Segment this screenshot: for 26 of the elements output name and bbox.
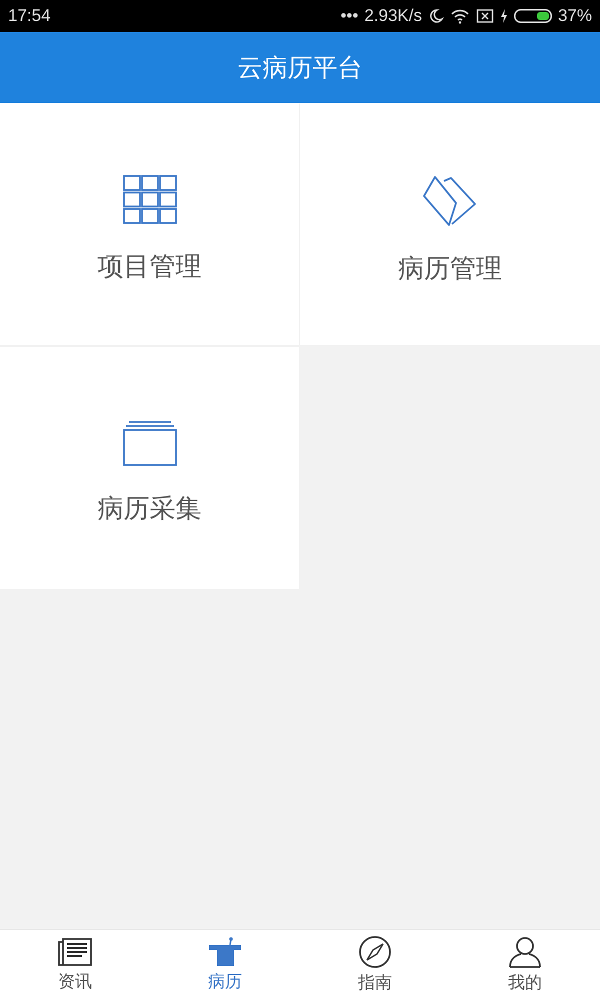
person-icon: [508, 936, 542, 968]
wifi-icon: [450, 8, 470, 24]
charging-icon: [500, 8, 508, 24]
moon-icon: [428, 8, 444, 24]
podium-icon: [208, 937, 242, 967]
menu-tile[interactable]: 项目管理: [0, 103, 299, 345]
tile-label: 项目管理: [98, 250, 202, 284]
newspaper-icon: [58, 937, 92, 967]
nav-tab[interactable]: 我的: [450, 930, 600, 1000]
more-indicator: •••: [340, 6, 358, 26]
tile-label: 病历采集: [98, 492, 202, 526]
grid-icon: [122, 174, 176, 224]
clock: 17:54: [8, 6, 51, 26]
battery-percent: 37%: [558, 6, 592, 26]
no-sim-icon: [476, 8, 494, 24]
nav-tab[interactable]: 病历: [150, 930, 300, 1000]
menu-tile[interactable]: 病历管理: [300, 103, 600, 345]
menu-tile[interactable]: 病历采集: [0, 347, 299, 589]
header-title: 云病历平台: [238, 52, 362, 84]
tile-label: 病历管理: [398, 252, 502, 286]
network-speed: 2.93K/s: [364, 6, 422, 26]
nav-tab[interactable]: 指南: [300, 930, 450, 1000]
compass-icon: [358, 936, 392, 968]
tray-icon: [122, 420, 176, 466]
battery-icon: [514, 9, 552, 23]
nav-tab[interactable]: 资讯: [0, 930, 150, 1000]
